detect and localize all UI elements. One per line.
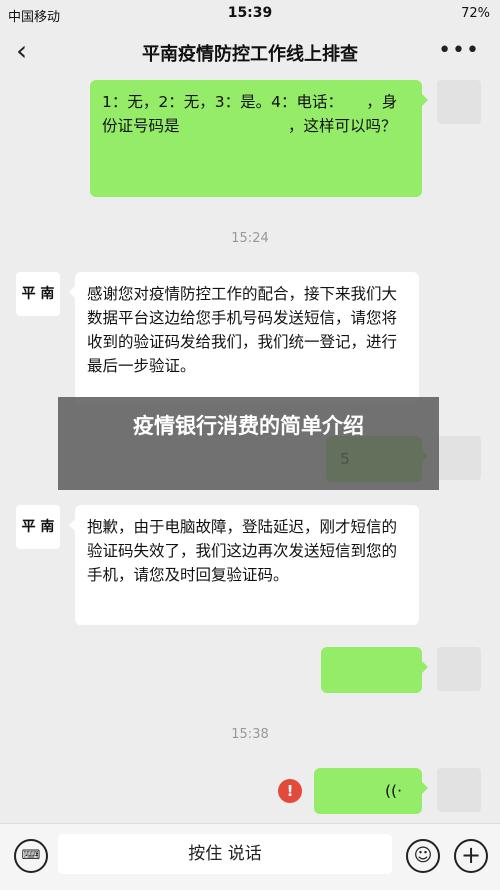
page-title: 平南疫情防控工作线上排查 (142, 44, 358, 65)
message-bubble[interactable] (321, 647, 428, 693)
message-bubble[interactable]: 感谢您对疫情防控工作的配合，接下来我们大数据平台这边给您手机号码发送短信，请您将… (69, 272, 419, 405)
my-avatar[interactable] (437, 436, 481, 480)
keyboard-icon[interactable]: ⌨ (14, 839, 48, 873)
voice-message[interactable]: ((· (314, 768, 428, 814)
timestamp: 15:24 (231, 231, 269, 246)
emoji-icon[interactable]: ☺ (406, 839, 440, 873)
overlay-banner: 疫情银行消费的简单介绍 (58, 397, 439, 490)
error-icon[interactable]: ! (278, 779, 302, 803)
message-bubble[interactable]: 抱歉，由于电脑故障，登陆延迟，刚才短信的验证码失效了，我们这边再次发送短信到您的… (69, 505, 419, 625)
clock: 15:39 (227, 5, 273, 21)
message-bubble[interactable]: 1：无，2：无，3：是。4：电话： ，身份证号码是 ，这样可以吗？ (90, 80, 428, 197)
input-bar: ⌨ 按住 说话 ☺ + (0, 823, 500, 890)
nav-bar: ‹ 平南疫情防控工作线上排查 ••• (0, 28, 500, 74)
status-bar: 中国移动 15:39 72% (0, 0, 500, 28)
more-icon[interactable]: ••• (438, 38, 480, 63)
voice-icon: ((· (384, 782, 402, 800)
my-avatar[interactable] (437, 647, 481, 691)
battery: 72% (461, 6, 490, 21)
press-to-talk-button[interactable]: 按住 说话 (58, 834, 392, 874)
plus-icon[interactable]: + (454, 839, 488, 873)
my-avatar[interactable] (437, 80, 481, 124)
contact-avatar[interactable]: 平 南 (16, 505, 60, 549)
contact-avatar[interactable]: 平 南 (16, 272, 60, 316)
timestamp: 15:38 (231, 727, 269, 742)
my-avatar[interactable] (437, 768, 481, 812)
